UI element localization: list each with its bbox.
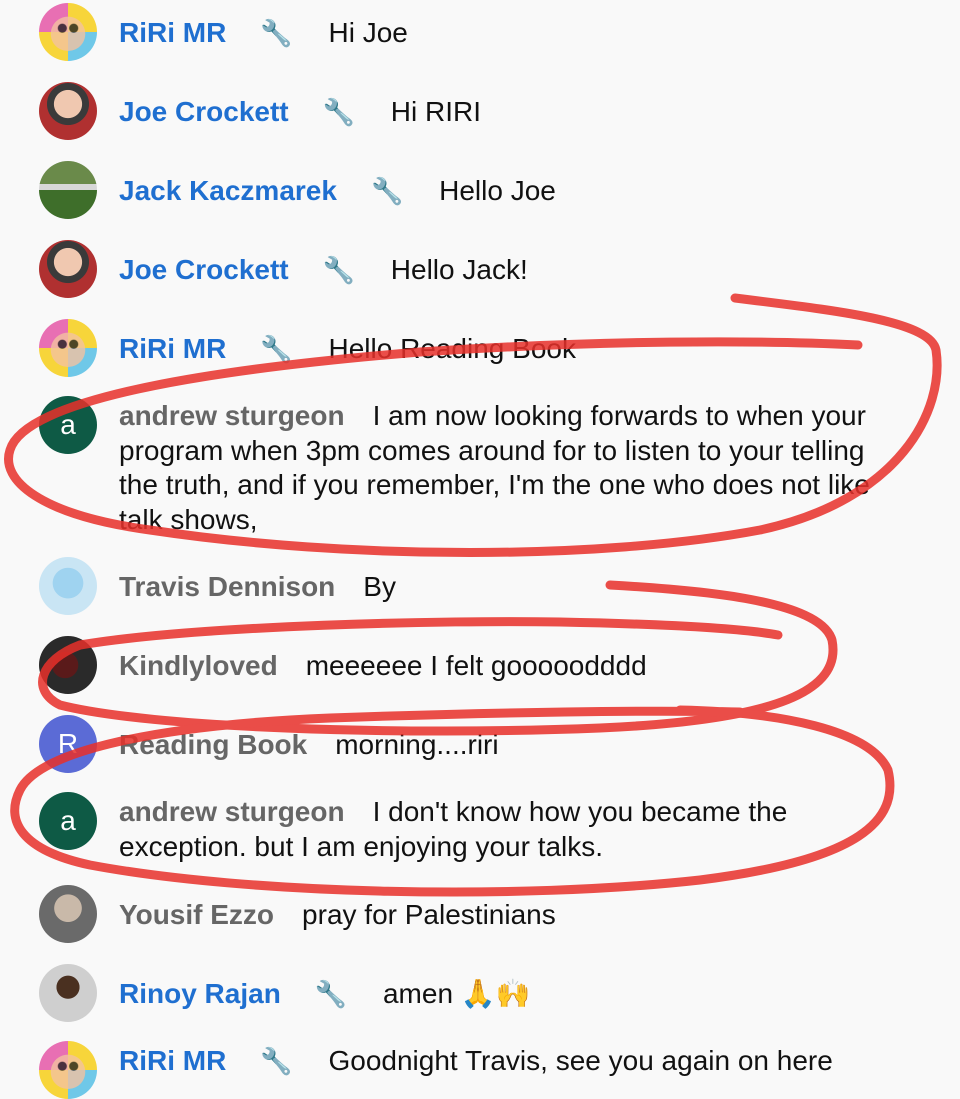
author-name[interactable]: Jack Kaczmarek [119, 175, 337, 206]
author-name[interactable]: Yousif Ezzo [119, 899, 274, 930]
wrench-icon: 🔧 [260, 334, 293, 364]
author-name[interactable]: RiRi MR [119, 17, 226, 48]
message-body: Joe Crockett 🔧 Hi RIRI [119, 95, 910, 130]
wrench-icon: 🔧 [260, 1046, 293, 1076]
author-name[interactable]: Kindlyloved [119, 650, 278, 681]
rinoy-avatar[interactable] [39, 964, 97, 1022]
yousif-avatar[interactable] [39, 885, 97, 943]
message-text: By [363, 571, 396, 602]
author-name[interactable]: andrew sturgeon [119, 400, 345, 431]
message-text: amen 🙏🙌 [382, 978, 531, 1009]
message-text: Hi RIRI [390, 96, 482, 127]
message-text: morning....riri [335, 729, 499, 760]
message-body: RiRi MR 🔧 Hi Joe [119, 16, 910, 51]
wrench-icon: 🔧 [314, 979, 348, 1009]
wrench-icon: 🔧 [322, 97, 355, 127]
message-body: andrew sturgeon I am now looking forwards… [119, 399, 910, 537]
author-name[interactable]: Travis Dennison [119, 571, 335, 602]
author-name[interactable]: RiRi MR [119, 1045, 226, 1076]
wrench-icon: 🔧 [260, 18, 293, 48]
author-name[interactable]: Joe Crockett [119, 96, 289, 127]
joe-avatar[interactable] [39, 82, 97, 140]
message-body: Travis Dennison By [119, 570, 910, 605]
message-text: pray for Palestinians [302, 899, 556, 930]
message-text: meeeeee I felt gooooodddd [305, 650, 647, 681]
wrench-icon: 🔧 [322, 255, 355, 285]
author-name[interactable]: Joe Crockett [119, 254, 289, 285]
message-body: Joe Crockett 🔧 Hello Jack! [119, 253, 910, 288]
message-text: Hello Reading Book [328, 333, 576, 364]
live-chat-list: RiRi MR 🔧 Hi Joe Joe Crockett 🔧 Hi RIRI Ja… [0, 0, 960, 1099]
author-name[interactable]: RiRi MR [119, 333, 226, 364]
letter-avatar[interactable]: a [39, 792, 97, 850]
riri-avatar[interactable] [39, 319, 97, 377]
message-body: Yousif Ezzo pray for Palestinians [119, 898, 910, 933]
message-text: Hello Jack! [390, 254, 528, 285]
message-body: Jack Kaczmarek 🔧 Hello Joe [119, 174, 910, 209]
author-name[interactable]: Reading Book [119, 729, 307, 760]
message-body: RiRi MR 🔧 Goodnight Travis, see you again… [119, 1044, 910, 1079]
riri-avatar[interactable] [39, 1041, 97, 1099]
author-name[interactable]: Rinoy Rajan [119, 978, 281, 1009]
message-body: Reading Book morning....riri [119, 728, 910, 763]
jack-avatar[interactable] [39, 161, 97, 219]
message-body: RiRi MR 🔧 Hello Reading Book [119, 332, 910, 367]
message-body: Rinoy Rajan 🔧 amen 🙏🙌 [119, 977, 910, 1012]
letter-avatar[interactable]: R [39, 715, 97, 773]
message-text: Hi Joe [328, 17, 408, 48]
message-text: Goodnight Travis, see you again on here [328, 1045, 833, 1076]
message-body: Kindlyloved meeeeee I felt gooooodddd [119, 649, 910, 684]
riri-avatar[interactable] [39, 3, 97, 61]
author-name[interactable]: andrew sturgeon [119, 796, 345, 827]
kindly-avatar[interactable] [39, 636, 97, 694]
joe-avatar[interactable] [39, 240, 97, 298]
message-body: andrew sturgeon I don't know how you beca… [119, 795, 910, 864]
letter-avatar[interactable]: a [39, 396, 97, 454]
travis-avatar[interactable] [39, 557, 97, 615]
wrench-icon: 🔧 [370, 176, 404, 206]
message-text: Hello Joe [439, 175, 556, 206]
